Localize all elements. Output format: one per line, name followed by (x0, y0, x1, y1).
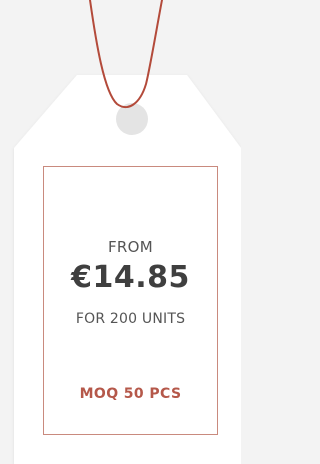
moq-label: MOQ 50 PCS (79, 386, 182, 402)
price-tag-card: FROM €14.85 FOR 200 UNITS MOQ 50 PCS (0, 0, 241, 464)
tag-hole (116, 103, 148, 135)
units-label: FOR 200 UNITS (75, 311, 186, 327)
price-value: €14.85 (71, 260, 190, 295)
price-box: FROM €14.85 FOR 200 UNITS MOQ 50 PCS (43, 166, 218, 435)
from-label: FROM (108, 238, 153, 256)
